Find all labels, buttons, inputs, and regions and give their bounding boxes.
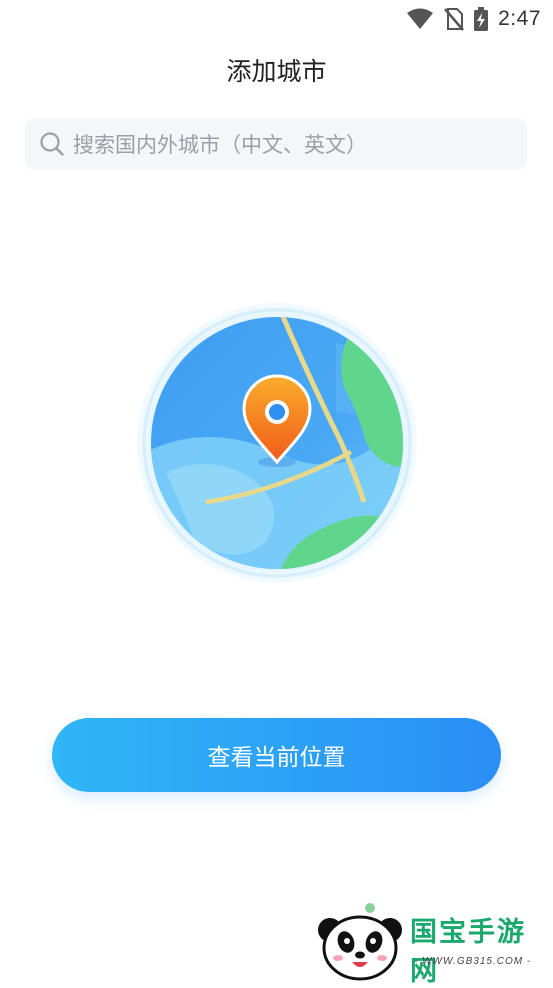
search-placeholder: 搜索国内外城市（中文、英文） xyxy=(73,133,367,157)
watermark: 国宝手游网 - WWW.GB315.COM - xyxy=(306,892,553,987)
wifi-icon xyxy=(407,8,434,29)
watermark-url: - WWW.GB315.COM - xyxy=(414,956,532,967)
search-input[interactable]: 搜索国内外城市（中文、英文） xyxy=(25,118,527,170)
view-current-location-button[interactable]: 查看当前位置 xyxy=(52,718,501,792)
panda-logo-icon xyxy=(318,903,402,981)
status-bar: 2:47 xyxy=(0,0,553,40)
status-time: 2:47 xyxy=(498,7,541,30)
watermark-brand: 国宝手游网 xyxy=(410,917,526,987)
battery-charging-icon xyxy=(474,7,489,31)
search-icon xyxy=(40,132,64,156)
location-globe-illustration xyxy=(137,303,417,583)
page-title: 添加城市 xyxy=(226,57,327,86)
status-icons: 2:47 xyxy=(406,6,541,32)
no-sim-icon xyxy=(444,8,465,31)
